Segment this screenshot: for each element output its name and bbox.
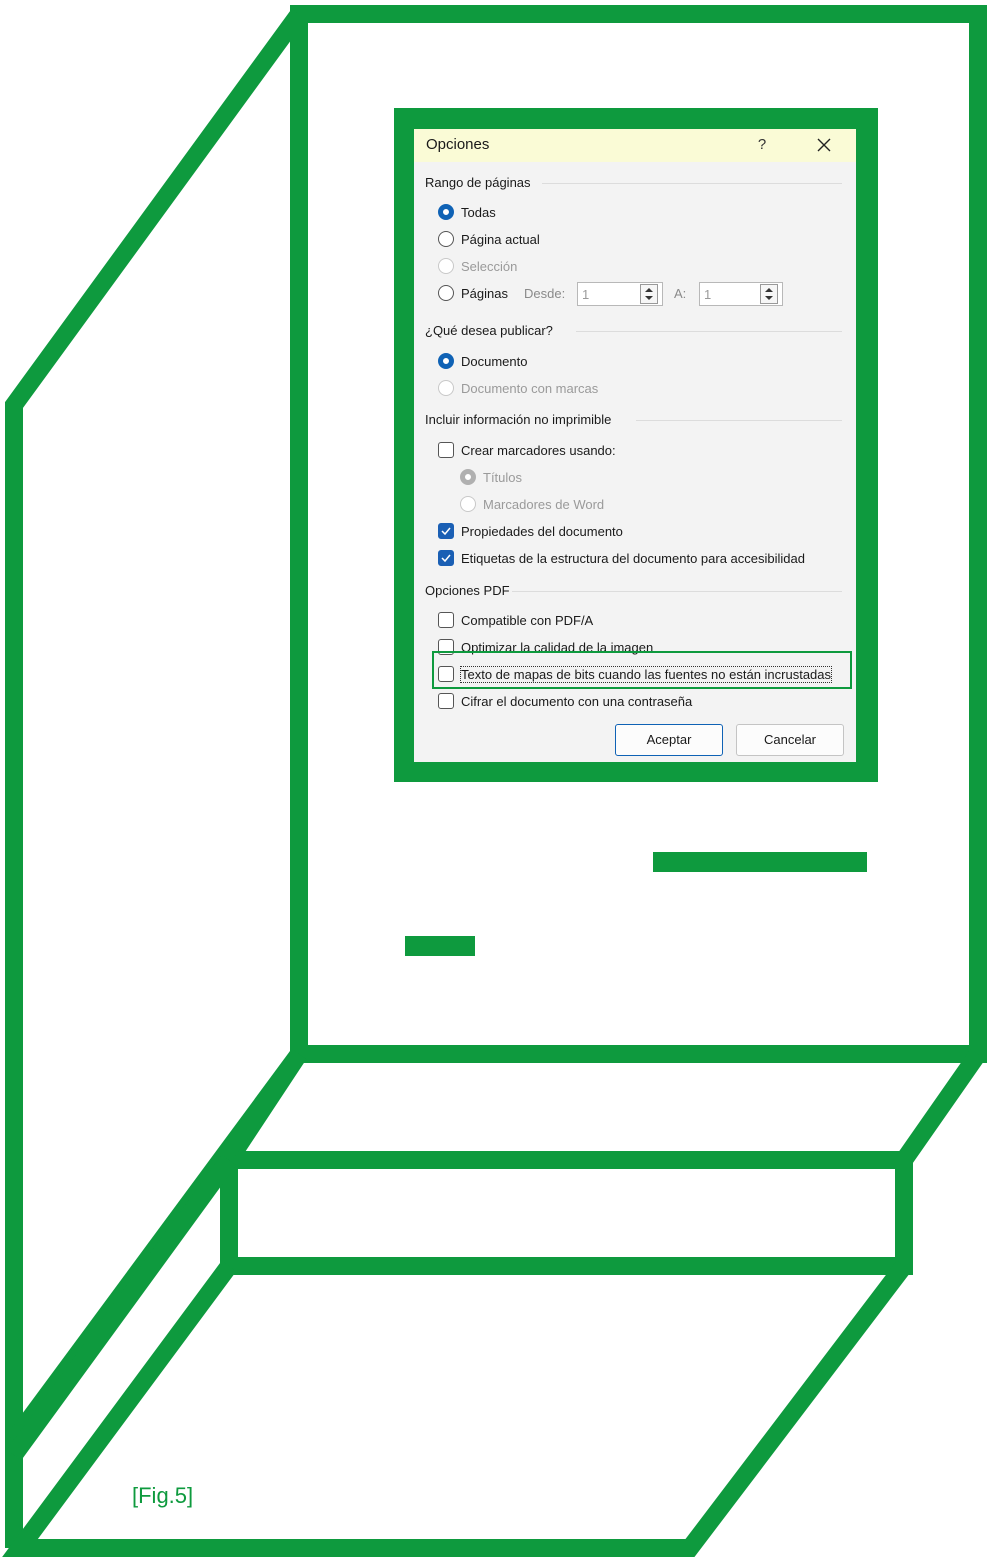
radio-headings: Títulos xyxy=(460,466,522,488)
indicator-bar xyxy=(405,936,475,956)
radio-document-label: Documento xyxy=(461,353,528,369)
radio-document-markup-indicator xyxy=(438,380,454,396)
divider xyxy=(576,331,842,332)
radio-document-markup: Documento con marcas xyxy=(438,377,598,399)
from-label: Desde: xyxy=(524,286,566,301)
base-top xyxy=(212,1048,986,1169)
radio-word-bookmarks-indicator xyxy=(460,496,476,512)
check-pdfa[interactable]: Compatible con PDF/A xyxy=(438,609,593,631)
check-pdfa-label: Compatible con PDF/A xyxy=(461,612,594,628)
radio-all-label: Todas xyxy=(461,204,496,220)
divider xyxy=(636,420,842,421)
check-doc-properties-label: Propiedades del documento xyxy=(461,523,623,539)
radio-document[interactable]: Documento xyxy=(438,350,527,372)
check-encrypt-label: Cifrar el documento con una contraseña xyxy=(461,693,693,709)
slot-bar xyxy=(653,852,867,872)
dialog-titlebar: Opciones ? xyxy=(414,129,856,162)
divider xyxy=(542,183,842,184)
radio-headings-indicator xyxy=(460,469,476,485)
highlight-box xyxy=(432,651,852,689)
from-spinner[interactable]: 1 xyxy=(577,282,663,306)
radio-current-page-label: Página actual xyxy=(461,231,540,247)
checkbox-indicator[interactable] xyxy=(438,612,454,628)
radio-selection: Selección xyxy=(438,255,517,277)
side-panel-left xyxy=(4,8,307,1548)
divider xyxy=(512,591,842,592)
check-encrypt[interactable]: Cifrar el documento con una contraseña xyxy=(438,690,692,712)
radio-selection-label: Selección xyxy=(461,258,518,274)
check-create-bookmarks-label: Crear marcadores usando: xyxy=(461,442,616,458)
checkmark-icon[interactable] xyxy=(438,550,454,566)
ok-button[interactable]: Aceptar xyxy=(615,724,723,756)
radio-word-bookmarks-label: Marcadores de Word xyxy=(483,496,605,512)
section-page-range: Rango de páginas xyxy=(425,175,531,190)
check-structure-tags[interactable]: Etiquetas de la estructura del documento… xyxy=(438,547,805,569)
radio-all[interactable]: Todas xyxy=(438,201,496,223)
radio-word-bookmarks: Marcadores de Word xyxy=(460,493,604,515)
to-spinner[interactable]: 1 xyxy=(699,282,783,306)
check-doc-properties[interactable]: Propiedades del documento xyxy=(438,520,623,542)
spin-arrows-icon[interactable] xyxy=(760,284,778,304)
radio-pages[interactable]: Páginas xyxy=(438,282,508,304)
checkmark-icon[interactable] xyxy=(438,523,454,539)
drawer-outline xyxy=(220,1151,913,1275)
radio-pages-label: Páginas xyxy=(461,285,508,301)
cancel-button[interactable]: Cancelar xyxy=(736,724,844,756)
checkbox-indicator[interactable] xyxy=(438,693,454,709)
from-value: 1 xyxy=(582,287,590,302)
to-value: 1 xyxy=(704,287,712,302)
dialog-title: Opciones xyxy=(426,136,490,153)
check-structure-tags-label: Etiquetas de la estructura del documento… xyxy=(461,550,805,566)
radio-selection-indicator xyxy=(438,258,454,274)
radio-document-markup-label: Documento con marcas xyxy=(461,380,599,396)
close-icon[interactable] xyxy=(811,132,837,158)
section-nonprint: Incluir información no imprimible xyxy=(425,412,612,427)
radio-headings-label: Títulos xyxy=(483,469,523,485)
radio-current-page[interactable]: Página actual xyxy=(438,228,540,250)
figure-caption: [Fig.5] xyxy=(132,1483,194,1508)
radio-pages-indicator[interactable] xyxy=(438,285,454,301)
spin-arrows-icon[interactable] xyxy=(640,284,658,304)
check-create-bookmarks[interactable]: Crear marcadores usando: xyxy=(438,439,616,461)
radio-document-indicator[interactable] xyxy=(438,353,454,369)
section-pdf-options: Opciones PDF xyxy=(425,583,510,598)
to-label: A: xyxy=(674,286,687,301)
radio-current-page-indicator[interactable] xyxy=(438,231,454,247)
checkbox-indicator[interactable] xyxy=(438,442,454,458)
radio-all-indicator[interactable] xyxy=(438,204,454,220)
help-button[interactable]: ? xyxy=(749,133,775,157)
section-publish: ¿Qué desea publicar? xyxy=(425,323,553,338)
